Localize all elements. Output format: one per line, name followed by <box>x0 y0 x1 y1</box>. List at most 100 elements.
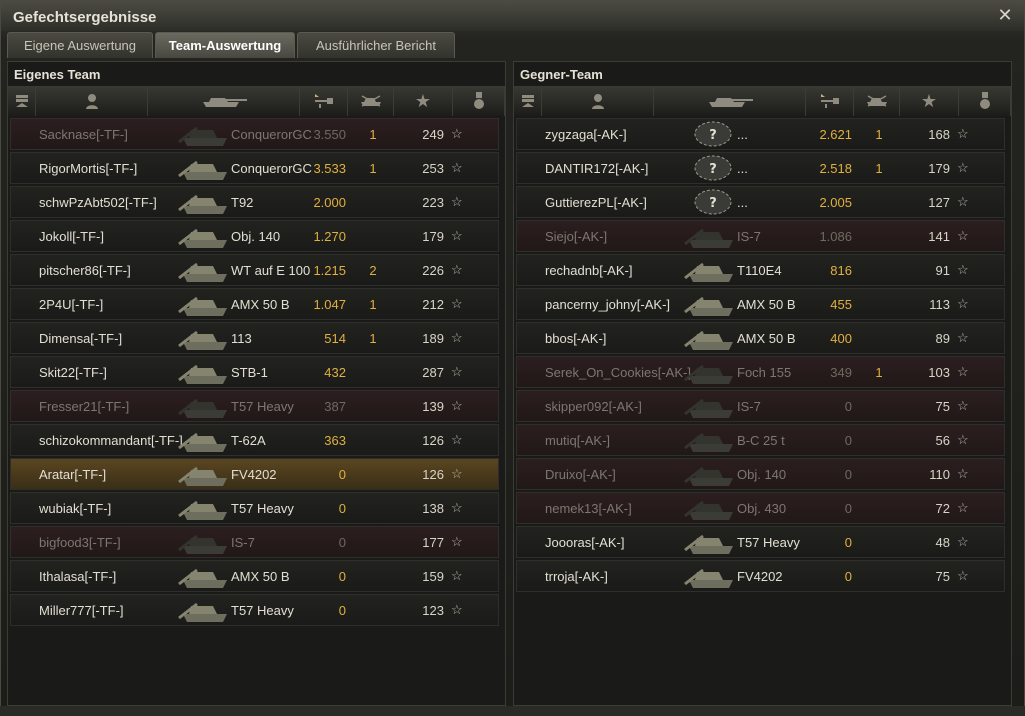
player-name: RigorMortis[-TF-] <box>39 161 138 176</box>
tab-ausfuehrlicher-bericht[interactable]: Ausführlicher Bericht <box>297 32 455 58</box>
tank-image-icon <box>177 154 233 182</box>
player-name: Fresser21[-TF-] <box>39 399 130 414</box>
xp-value: 189 <box>422 331 444 346</box>
player-row[interactable]: schizokommandant[-TF-] T-62A 363 126 ☆ <box>10 424 499 456</box>
tank-image-icon <box>683 290 739 318</box>
tab-team-auswertung[interactable]: Team-Auswertung <box>155 32 295 58</box>
tank-image-icon <box>177 494 233 522</box>
tank-image-icon <box>683 562 739 590</box>
damage-value: 0 <box>844 433 852 448</box>
damage-value: 0 <box>338 501 346 516</box>
damage-value: 0 <box>844 535 852 550</box>
player-icon[interactable] <box>36 86 148 116</box>
xp-star-icon: ☆ <box>451 534 463 549</box>
xp-star-icon[interactable]: ★ <box>394 86 453 116</box>
xp-value: 179 <box>928 161 950 176</box>
player-name: trroja[-AK-] <box>545 569 608 584</box>
player-row[interactable]: Joooras[-AK-] T57 Heavy 0 48 ☆ <box>516 526 1005 558</box>
tank-name: ... <box>737 161 748 176</box>
player-row[interactable]: rechadnb[-AK-] T110E4 816 91 ☆ <box>516 254 1005 286</box>
player-row[interactable]: Druixo[-AK-] Obj. 140 0 110 ☆ <box>516 458 1005 490</box>
tank-image-icon <box>683 324 739 352</box>
player-row[interactable]: Ithalasa[-TF-] AMX 50 B 0 159 ☆ <box>10 560 499 592</box>
medal-icon[interactable] <box>453 86 505 116</box>
close-icon[interactable]: ✕ <box>996 6 1014 24</box>
tank-name: FV4202 <box>737 569 783 584</box>
player-row[interactable]: wubiak[-TF-] T57 Heavy 0 138 ☆ <box>10 492 499 524</box>
title-bar[interactable]: Gefechtsergebnisse ✕ <box>1 1 1024 31</box>
frags-value: 2 <box>369 263 377 278</box>
tank-icon[interactable] <box>148 86 300 116</box>
squad-icon[interactable] <box>8 86 36 116</box>
player-row[interactable]: bigfood3[-TF-] IS-7 0 177 ☆ <box>10 526 499 558</box>
frags-value: 1 <box>875 365 883 380</box>
player-row[interactable]: zygzaga[-AK-]?... 2.621 1 168 ☆ <box>516 118 1005 150</box>
unknown-tank-icon: ? <box>683 154 739 182</box>
unknown-tank-icon: ? <box>683 120 739 148</box>
player-row[interactable]: GuttierezPL[-AK-]?... 2.005 127 ☆ <box>516 186 1005 218</box>
tank-name: STB-1 <box>231 365 268 380</box>
xp-star-icon: ☆ <box>451 228 463 243</box>
damage-value: 387 <box>324 399 346 414</box>
player-row[interactable]: Dimensa[-TF-] 113 514 1 189 ☆ <box>10 322 499 354</box>
frags-icon[interactable] <box>348 86 394 116</box>
tank-image-icon <box>683 256 739 284</box>
player-row[interactable]: RigorMortis[-TF-] ConquerorGC 3.533 1 253 ☆ <box>10 152 499 184</box>
player-name: bbos[-AK-] <box>545 331 607 346</box>
tank-image-icon <box>177 256 233 284</box>
player-row[interactable]: bbos[-AK-] AMX 50 B 400 89 ☆ <box>516 322 1005 354</box>
player-row[interactable]: trroja[-AK-] FV4202 0 75 ☆ <box>516 560 1005 592</box>
xp-star-icon[interactable]: ★ <box>900 86 959 116</box>
xp-value: 126 <box>422 467 444 482</box>
xp-value: 123 <box>422 603 444 618</box>
damage-icon[interactable] <box>806 86 854 116</box>
tank-name: 113 <box>231 331 252 346</box>
player-name: rechadnb[-AK-] <box>545 263 633 278</box>
damage-value: 1.086 <box>819 229 852 244</box>
player-row[interactable]: Skit22[-TF-] STB-1 432 287 ☆ <box>10 356 499 388</box>
player-row[interactable]: Serek_On_Cookies[-AK-] Foch 155 349 1 103 ☆ <box>516 356 1005 388</box>
xp-star-icon: ☆ <box>451 466 463 481</box>
xp-star-icon: ☆ <box>451 500 463 515</box>
player-name: Ithalasa[-TF-] <box>39 569 117 584</box>
xp-value: 126 <box>422 433 444 448</box>
xp-value: 75 <box>935 399 950 414</box>
tab-eigene-auswertung[interactable]: Eigene Auswertung <box>7 32 153 58</box>
player-row[interactable]: Sacknase[-TF-] ConquerorGC 3.550 1 249 ☆ <box>10 118 499 150</box>
player-row[interactable]: skipper092[-AK-] IS-7 0 75 ☆ <box>516 390 1005 422</box>
player-row[interactable]: pancerny_johny[-AK-] AMX 50 B 455 113 ☆ <box>516 288 1005 320</box>
damage-value: 0 <box>844 399 852 414</box>
damage-value: 0 <box>338 569 346 584</box>
player-row[interactable]: Aratar[-TF-] FV4202 0 126 ☆ <box>10 458 499 490</box>
player-row[interactable]: 2P4U[-TF-] AMX 50 B 1.047 1 212 ☆ <box>10 288 499 320</box>
tank-icon[interactable] <box>654 86 806 116</box>
medal-icon[interactable] <box>959 86 1011 116</box>
tank-image-icon <box>177 426 233 454</box>
squad-icon[interactable] <box>514 86 542 116</box>
player-row[interactable]: mutiq[-AK-] B-C 25 t 0 56 ☆ <box>516 424 1005 456</box>
player-row[interactable]: Siejo[-AK-] IS-7 1.086 141 ☆ <box>516 220 1005 252</box>
xp-value: 249 <box>422 127 444 142</box>
own-team-title: Eigenes Team <box>14 67 101 82</box>
xp-star-icon: ☆ <box>451 432 463 447</box>
tank-image-icon <box>177 562 233 590</box>
damage-icon[interactable] <box>300 86 348 116</box>
player-icon[interactable] <box>542 86 654 116</box>
tank-name: FV4202 <box>231 467 277 482</box>
tank-name: IS-7 <box>737 229 761 244</box>
frags-value: 1 <box>369 297 377 312</box>
tank-image-icon <box>177 596 233 624</box>
tank-name: T57 Heavy <box>231 603 294 618</box>
player-row[interactable]: nemek13[-AK-] Obj. 430 0 72 ☆ <box>516 492 1005 524</box>
xp-star-icon: ☆ <box>957 364 969 379</box>
player-row[interactable]: Miller777[-TF-] T57 Heavy 0 123 ☆ <box>10 594 499 626</box>
player-row[interactable]: Fresser21[-TF-] T57 Heavy 387 139 ☆ <box>10 390 499 422</box>
player-row[interactable]: pitscher86[-TF-] WT auf E 100 1.215 2 226 ☆ <box>10 254 499 286</box>
svg-text:?: ? <box>709 162 717 177</box>
player-row[interactable]: Jokoll[-TF-] Obj. 140 1.270 179 ☆ <box>10 220 499 252</box>
xp-star-icon: ☆ <box>451 126 463 141</box>
player-row[interactable]: schwPzAbt502[-TF-] T92 2.000 223 ☆ <box>10 186 499 218</box>
player-row[interactable]: DANTIR172[-AK-]?... 2.518 1 179 ☆ <box>516 152 1005 184</box>
frags-icon[interactable] <box>854 86 900 116</box>
xp-star-icon: ☆ <box>957 466 969 481</box>
